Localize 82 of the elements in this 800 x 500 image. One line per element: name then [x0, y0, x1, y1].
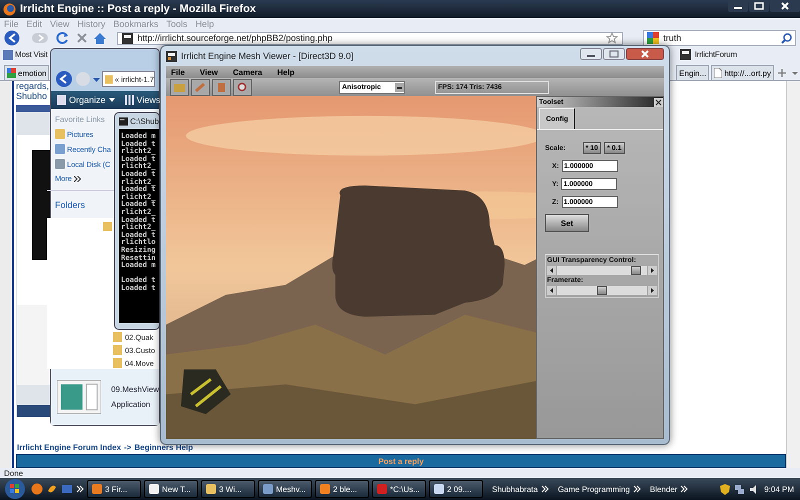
- browser-tab[interactable]: emotion: [4, 65, 50, 80]
- site-icon: [680, 49, 691, 60]
- set-button[interactable]: Set: [545, 214, 589, 232]
- search-icon[interactable]: [781, 32, 792, 44]
- plus-icon[interactable]: [776, 66, 788, 78]
- file-preview-icon: [57, 380, 102, 414]
- file-name: 09.MeshView: [111, 385, 159, 394]
- post-text: Shubho: [16, 91, 48, 101]
- scroll-right-icon[interactable]: [648, 286, 657, 295]
- start-button[interactable]: [2, 478, 28, 500]
- pencil-icon[interactable]: [191, 78, 210, 96]
- close-icon[interactable]: [654, 98, 663, 106]
- minimize-icon[interactable]: [728, 0, 748, 12]
- taskbar-button[interactable]: *C:\Us...: [372, 480, 426, 498]
- taskbar-button[interactable]: 3 Wi...: [201, 480, 255, 498]
- menu-item[interactable]: File: [171, 68, 185, 76]
- toolbar-button[interactable]: Views: [124, 95, 160, 105]
- page-icon: [714, 68, 722, 78]
- breadcrumb-link[interactable]: Irrlicht Engine Forum Index: [17, 443, 122, 452]
- clock: 9:04 PM: [764, 484, 794, 494]
- dropdown-icon: [395, 82, 404, 92]
- window-title: Irrlicht Engine Mesh Viewer - [Direct3D 9.0]: [181, 51, 354, 61]
- document-icon[interactable]: [212, 78, 231, 96]
- close-icon[interactable]: [770, 0, 800, 12]
- breadcrumb-link[interactable]: Beginners Help: [134, 443, 194, 452]
- chevron-icon[interactable]: [680, 485, 688, 493]
- maximize-icon[interactable]: [603, 48, 625, 60]
- window-title: Irrlicht Engine :: Post a reply - Mozilla Firefox: [20, 3, 256, 15]
- status-text: Done: [4, 468, 24, 478]
- chevron-icon[interactable]: [632, 485, 641, 493]
- back-icon[interactable]: [55, 70, 73, 88]
- chevron-icon[interactable]: [76, 485, 84, 493]
- stop-icon[interactable]: [76, 32, 88, 44]
- maximize-icon[interactable]: [749, 0, 769, 12]
- bookmark[interactable]: IrrlichtForum: [694, 50, 737, 59]
- post-text: regards,: [16, 81, 50, 91]
- menu-item[interactable]: Camera: [232, 68, 262, 76]
- slider-thumb[interactable]: [597, 286, 607, 295]
- search-field[interactable]: truth: [643, 30, 796, 46]
- window-title: C:\Shub: [130, 116, 159, 126]
- reload-icon[interactable]: [56, 31, 70, 45]
- site-icon: [122, 32, 134, 44]
- taskbar-button[interactable]: New T...: [144, 480, 198, 498]
- scrollbar[interactable]: [786, 81, 800, 468]
- browser-tab[interactable]: http://...ort.py: [711, 65, 774, 80]
- network-icon[interactable]: [734, 484, 746, 494]
- menu-item[interactable]: Help: [277, 68, 295, 76]
- search-engine-icon: [647, 32, 660, 44]
- scroll-left-icon[interactable]: [547, 286, 556, 295]
- taskbar-button[interactable]: 2 ble...: [315, 480, 369, 498]
- taskbar-button[interactable]: 3 Fir...: [87, 480, 141, 498]
- shield-icon[interactable]: [720, 484, 730, 494]
- bookmark[interactable]: Most Visit: [15, 50, 48, 59]
- browser-tab[interactable]: Engin...: [676, 65, 710, 80]
- organize-icon: [57, 95, 66, 105]
- chevron-icon[interactable]: [540, 485, 549, 493]
- file-type: Application: [111, 400, 150, 409]
- slider-thumb[interactable]: [631, 266, 642, 275]
- star-icon[interactable]: [606, 32, 618, 44]
- scroll-left-icon[interactable]: [547, 266, 556, 275]
- menu-item[interactable]: View: [200, 68, 218, 76]
- taskbar-button[interactable]: 2 09....: [429, 480, 483, 498]
- close-icon[interactable]: [626, 48, 664, 60]
- address-field[interactable]: http://irrlicht.sourceforge.net/phpBB2/posting.php: [117, 32, 624, 44]
- section-title: Favorite Links: [55, 115, 105, 124]
- minimize-icon[interactable]: [580, 48, 602, 60]
- breadcrumb-separator: ->: [124, 443, 132, 452]
- home-icon[interactable]: [93, 32, 108, 44]
- slider[interactable]: [557, 286, 647, 295]
- views-icon: [124, 95, 134, 105]
- toolbar-label[interactable]: Game Programming: [558, 484, 630, 494]
- taskbar-button[interactable]: Meshv...: [258, 480, 312, 498]
- slider[interactable]: [557, 266, 647, 275]
- folders-toggle[interactable]: Folders: [55, 200, 86, 210]
- bookmark-icon: [3, 50, 13, 60]
- chevron-icon: [74, 176, 81, 182]
- swirl-icon[interactable]: [46, 483, 58, 495]
- toolbar-label[interactable]: Shubhabrata: [492, 484, 538, 494]
- caret-icon: [108, 98, 115, 102]
- scroll-right-icon[interactable]: [648, 266, 657, 275]
- post-header-title: Post a reply: [378, 456, 424, 466]
- toolbar-label[interactable]: Blender: [650, 484, 678, 494]
